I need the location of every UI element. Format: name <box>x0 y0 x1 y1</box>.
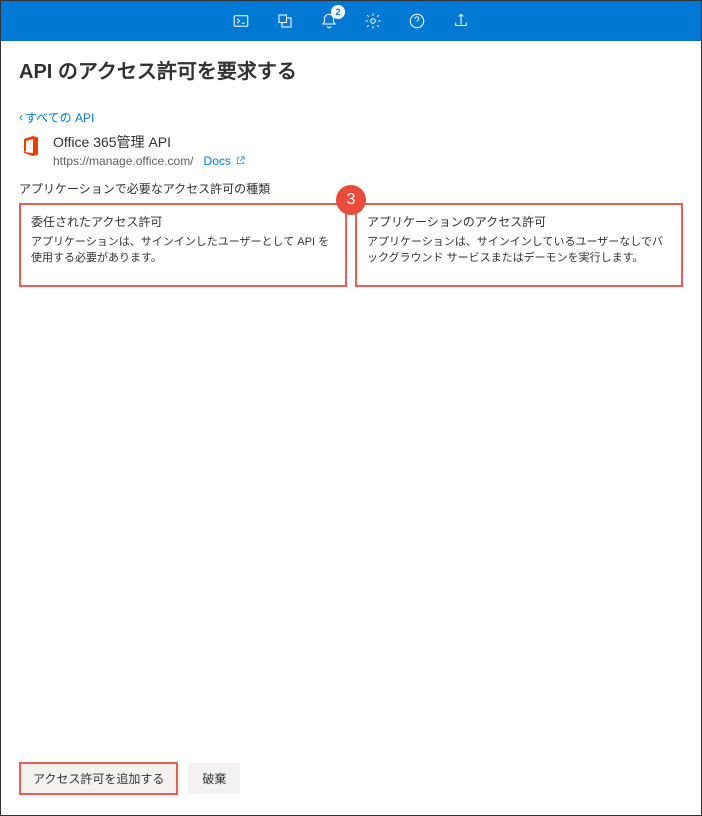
directories-icon[interactable] <box>263 1 307 41</box>
notification-badge: 2 <box>331 5 345 19</box>
chevron-left-icon: ‹ <box>19 110 23 124</box>
delegated-card-title: 委任されたアクセス許可 <box>31 213 335 230</box>
api-header: Office 365管理 API https://manage.office.c… <box>19 132 683 168</box>
azure-top-bar: 2 <box>1 1 701 41</box>
settings-icon[interactable] <box>351 1 395 41</box>
docs-link-label: Docs <box>204 154 231 168</box>
docs-link[interactable]: Docs <box>204 154 246 168</box>
delegated-card-desc: アプリケーションは、サインインしたユーザーとして API を使用する必要がありま… <box>31 234 335 267</box>
api-url: https://manage.office.com/ <box>53 154 194 168</box>
application-card-title: アプリケーションのアクセス許可 <box>367 213 671 230</box>
discard-button[interactable]: 破棄 <box>188 763 240 794</box>
notifications-icon[interactable]: 2 <box>307 1 351 41</box>
application-permissions-card[interactable]: アプリケーションのアクセス許可 アプリケーションは、サインインしているユーザーな… <box>355 203 683 287</box>
step-badge: 3 <box>336 185 366 215</box>
cloud-shell-icon[interactable] <box>219 1 263 41</box>
panel-content: API のアクセス許可を要求する ‹ すべての API Office 365管理… <box>1 41 701 287</box>
external-link-icon <box>235 155 246 166</box>
api-name: Office 365管理 API <box>53 132 246 152</box>
permission-cards: 3 委任されたアクセス許可 アプリケーションは、サインインしたユーザーとして A… <box>19 203 683 287</box>
application-card-desc: アプリケーションは、サインインしているユーザーなしでバックグラウンド サービスま… <box>367 234 671 267</box>
back-link-label: すべての API <box>25 109 94 126</box>
back-all-apis-link[interactable]: ‹ すべての API <box>19 109 94 126</box>
feedback-icon[interactable] <box>439 1 483 41</box>
office-icon <box>19 134 43 158</box>
delegated-permissions-card[interactable]: 委任されたアクセス許可 アプリケーションは、サインインしたユーザーとして API… <box>19 203 347 287</box>
add-permissions-button[interactable]: アクセス許可を追加する <box>19 762 178 795</box>
page-title: API のアクセス許可を要求する <box>19 55 683 84</box>
footer-actions: アクセス許可を追加する 破棄 <box>19 762 240 795</box>
help-icon[interactable] <box>395 1 439 41</box>
